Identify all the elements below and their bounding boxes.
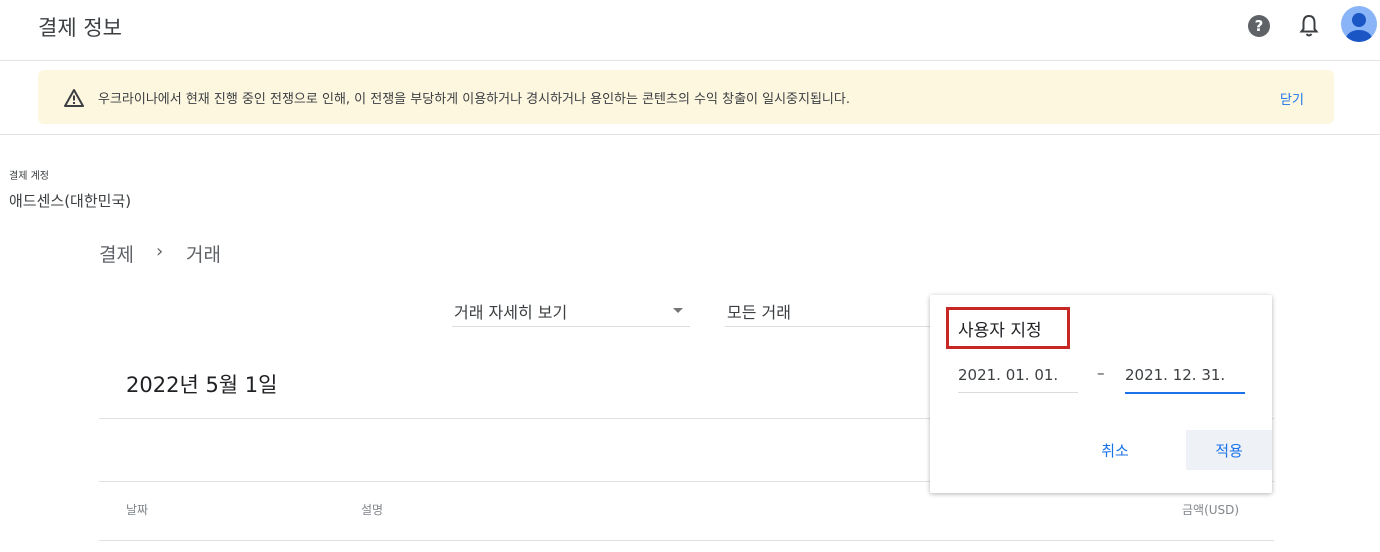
date-separator: – bbox=[1097, 364, 1105, 382]
transaction-type-select[interactable]: 모든 거래 bbox=[725, 295, 930, 327]
notification-bell-icon[interactable] bbox=[1293, 10, 1325, 42]
column-header-amount: 금액(USD) bbox=[1182, 503, 1240, 517]
end-date-input[interactable]: 2021. 12. 31. bbox=[1125, 362, 1245, 394]
divider bbox=[0, 134, 1380, 135]
account-name: 애드센스(대한민국) bbox=[9, 192, 132, 210]
chevron-right-icon: › bbox=[156, 241, 164, 262]
end-date-value: 2021. 12. 31. bbox=[1125, 366, 1226, 384]
top-app-bar bbox=[0, 0, 1380, 61]
dropdown-arrow-icon bbox=[673, 308, 683, 313]
column-header-description: 설명 bbox=[361, 503, 384, 517]
divider bbox=[99, 540, 1274, 541]
apply-button[interactable]: 적용 bbox=[1186, 430, 1272, 470]
account-avatar[interactable] bbox=[1341, 6, 1377, 42]
banner-message: 우크라이나에서 현재 진행 중인 전쟁으로 인해, 이 전쟁을 부당하게 이용하… bbox=[98, 92, 850, 107]
view-select[interactable]: 거래 자세히 보기 bbox=[452, 295, 690, 327]
cancel-button[interactable]: 취소 bbox=[1080, 430, 1150, 470]
date-heading: 2022년 5월 1일 bbox=[126, 373, 278, 397]
account-label: 결제 계정 bbox=[9, 171, 49, 182]
date-range-option[interactable]: 사용자 지정 bbox=[958, 316, 1042, 341]
column-header-date: 날짜 bbox=[126, 503, 149, 517]
start-date-input[interactable]: 2021. 01. 01. bbox=[958, 362, 1078, 393]
breadcrumb-parent[interactable]: 결제 bbox=[99, 240, 134, 267]
svg-text:?: ? bbox=[1255, 17, 1264, 35]
help-icon[interactable]: ? bbox=[1243, 10, 1275, 42]
banner-close-button[interactable]: 닫기 bbox=[1280, 89, 1304, 108]
warning-icon bbox=[64, 88, 84, 108]
page-title: 결제 정보 bbox=[38, 16, 122, 40]
breadcrumb-current: 거래 bbox=[186, 244, 221, 266]
start-date-value: 2021. 01. 01. bbox=[958, 366, 1059, 384]
type-select-value: 모든 거래 bbox=[727, 303, 791, 322]
view-select-value: 거래 자세히 보기 bbox=[454, 303, 568, 322]
